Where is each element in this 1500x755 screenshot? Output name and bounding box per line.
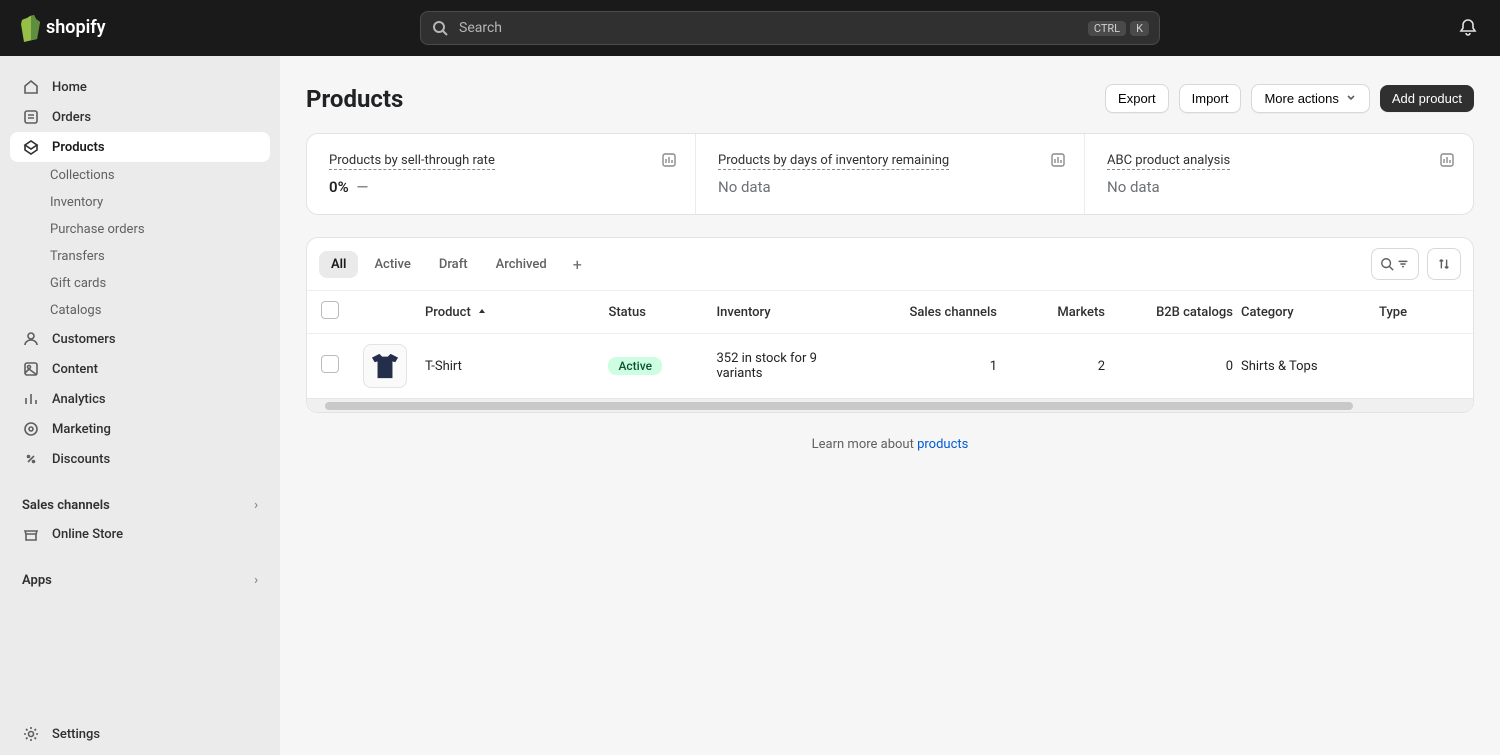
sidebar-section-sales-channels[interactable]: Sales channels › <box>10 492 270 519</box>
customers-icon <box>22 330 40 348</box>
row-checkbox[interactable] <box>321 355 339 373</box>
sidebar-item-label: Products <box>52 140 105 155</box>
sidebar: Home Orders Products Collections Invento… <box>0 56 280 755</box>
add-product-button[interactable]: Add product <box>1380 85 1474 112</box>
tab-add-view[interactable]: + <box>563 251 592 278</box>
sort-icon <box>1437 257 1451 271</box>
table-header: Product Status Inventory Sales channels … <box>307 290 1473 333</box>
discounts-icon <box>22 450 40 468</box>
column-markets[interactable]: Markets <box>1005 305 1105 320</box>
stat-value: 0% <box>329 178 349 196</box>
svg-text:shopify: shopify <box>46 17 106 38</box>
tshirt-icon <box>370 352 400 380</box>
content-icon <box>22 360 40 378</box>
chevron-down-icon <box>1345 91 1357 106</box>
column-type[interactable]: Type <box>1379 305 1459 320</box>
sidebar-item-label: Home <box>52 80 87 95</box>
table-row[interactable]: T-Shirt Active 352 in stock for 9 varian… <box>307 333 1473 398</box>
sidebar-item-home[interactable]: Home <box>10 72 270 102</box>
sidebar-item-settings[interactable]: Settings <box>10 713 270 755</box>
column-b2b-catalogs[interactable]: B2B catalogs <box>1113 305 1233 320</box>
search-icon <box>1380 257 1394 271</box>
search-placeholder: Search <box>459 20 502 36</box>
sidebar-sub-gift-cards[interactable]: Gift cards <box>10 270 270 297</box>
sidebar-item-online-store[interactable]: Online Store <box>10 519 270 549</box>
page-title: Products <box>306 85 403 113</box>
sort-asc-icon <box>477 307 487 317</box>
report-icon <box>1439 152 1455 172</box>
product-name: T-Shirt <box>425 359 600 374</box>
sidebar-item-analytics[interactable]: Analytics <box>10 384 270 414</box>
export-button[interactable]: Export <box>1105 84 1169 113</box>
analytics-icon <box>22 390 40 408</box>
store-icon <box>22 525 40 543</box>
tab-all[interactable]: All <box>319 251 358 278</box>
stat-days-remaining[interactable]: Products by days of inventory remaining … <box>696 134 1085 214</box>
column-sales-channels[interactable]: Sales channels <box>867 305 997 320</box>
sidebar-sub-collections[interactable]: Collections <box>10 162 270 189</box>
product-thumbnail <box>363 344 407 388</box>
stat-title: ABC product analysis <box>1107 153 1230 170</box>
sidebar-item-products[interactable]: Products <box>10 132 270 162</box>
sidebar-item-content[interactable]: Content <box>10 354 270 384</box>
products-card: All Active Draft Archived + <box>306 237 1474 413</box>
stat-sell-through[interactable]: Products by sell-through rate 0% — <box>307 134 696 214</box>
sidebar-section-apps[interactable]: Apps › <box>10 567 270 594</box>
search-input[interactable]: Search CTRL K <box>420 11 1160 45</box>
sort-button[interactable] <box>1427 248 1461 280</box>
sales-cell: 1 <box>867 359 997 374</box>
horizontal-scrollbar[interactable] <box>307 398 1473 412</box>
learn-more: Learn more about products <box>306 413 1474 476</box>
chevron-right-icon: › <box>254 498 258 513</box>
notifications-button[interactable] <box>1452 12 1484 44</box>
tab-archived[interactable]: Archived <box>484 251 559 278</box>
topbar: shopify Search CTRL K <box>0 0 1500 56</box>
report-icon <box>1050 152 1066 172</box>
stat-value: No data <box>718 178 1062 196</box>
b2b-cell: 0 <box>1113 359 1233 374</box>
gear-icon <box>22 725 40 743</box>
stat-title: Products by days of inventory remaining <box>718 153 949 170</box>
sidebar-item-label: Orders <box>52 110 91 125</box>
sidebar-item-customers[interactable]: Customers <box>10 324 270 354</box>
products-help-link[interactable]: products <box>917 437 968 452</box>
more-actions-button[interactable]: More actions <box>1251 84 1369 113</box>
status-badge: Active <box>608 357 662 375</box>
shopify-logo[interactable]: shopify <box>16 13 128 43</box>
report-icon <box>661 152 677 172</box>
search-icon <box>431 19 449 37</box>
import-button[interactable]: Import <box>1179 84 1242 113</box>
markets-cell: 2 <box>1005 359 1105 374</box>
stat-abc-analysis[interactable]: ABC product analysis No data <box>1085 134 1473 214</box>
inventory-cell: 352 in stock for 9 variants <box>716 351 859 381</box>
sidebar-sub-catalogs[interactable]: Catalogs <box>10 297 270 324</box>
tab-draft[interactable]: Draft <box>427 251 480 278</box>
select-all-checkbox[interactable] <box>321 301 339 319</box>
sidebar-item-discounts[interactable]: Discounts <box>10 444 270 474</box>
column-inventory[interactable]: Inventory <box>716 305 859 320</box>
main-content: Products Export Import More actions Add … <box>280 56 1500 755</box>
products-icon <box>22 138 40 156</box>
category-cell: Shirts & Tops <box>1241 359 1371 374</box>
stats-cards: Products by sell-through rate 0% — Produ… <box>306 133 1474 215</box>
orders-icon <box>22 108 40 126</box>
column-product[interactable]: Product <box>425 305 600 320</box>
stat-value: No data <box>1107 178 1451 196</box>
sidebar-sub-purchase-orders[interactable]: Purchase orders <box>10 216 270 243</box>
home-icon <box>22 78 40 96</box>
stat-title: Products by sell-through rate <box>329 153 495 170</box>
sidebar-item-orders[interactable]: Orders <box>10 102 270 132</box>
search-shortcut: CTRL K <box>1088 21 1149 36</box>
sidebar-item-marketing[interactable]: Marketing <box>10 414 270 444</box>
sidebar-sub-inventory[interactable]: Inventory <box>10 189 270 216</box>
column-status[interactable]: Status <box>608 305 708 320</box>
marketing-icon <box>22 420 40 438</box>
tab-active[interactable]: Active <box>362 251 422 278</box>
stat-trend: — <box>357 178 369 196</box>
filter-icon <box>1396 257 1410 271</box>
sidebar-sub-transfers[interactable]: Transfers <box>10 243 270 270</box>
column-category[interactable]: Category <box>1241 305 1371 320</box>
chevron-right-icon: › <box>254 573 258 588</box>
search-filter-button[interactable] <box>1371 248 1419 280</box>
